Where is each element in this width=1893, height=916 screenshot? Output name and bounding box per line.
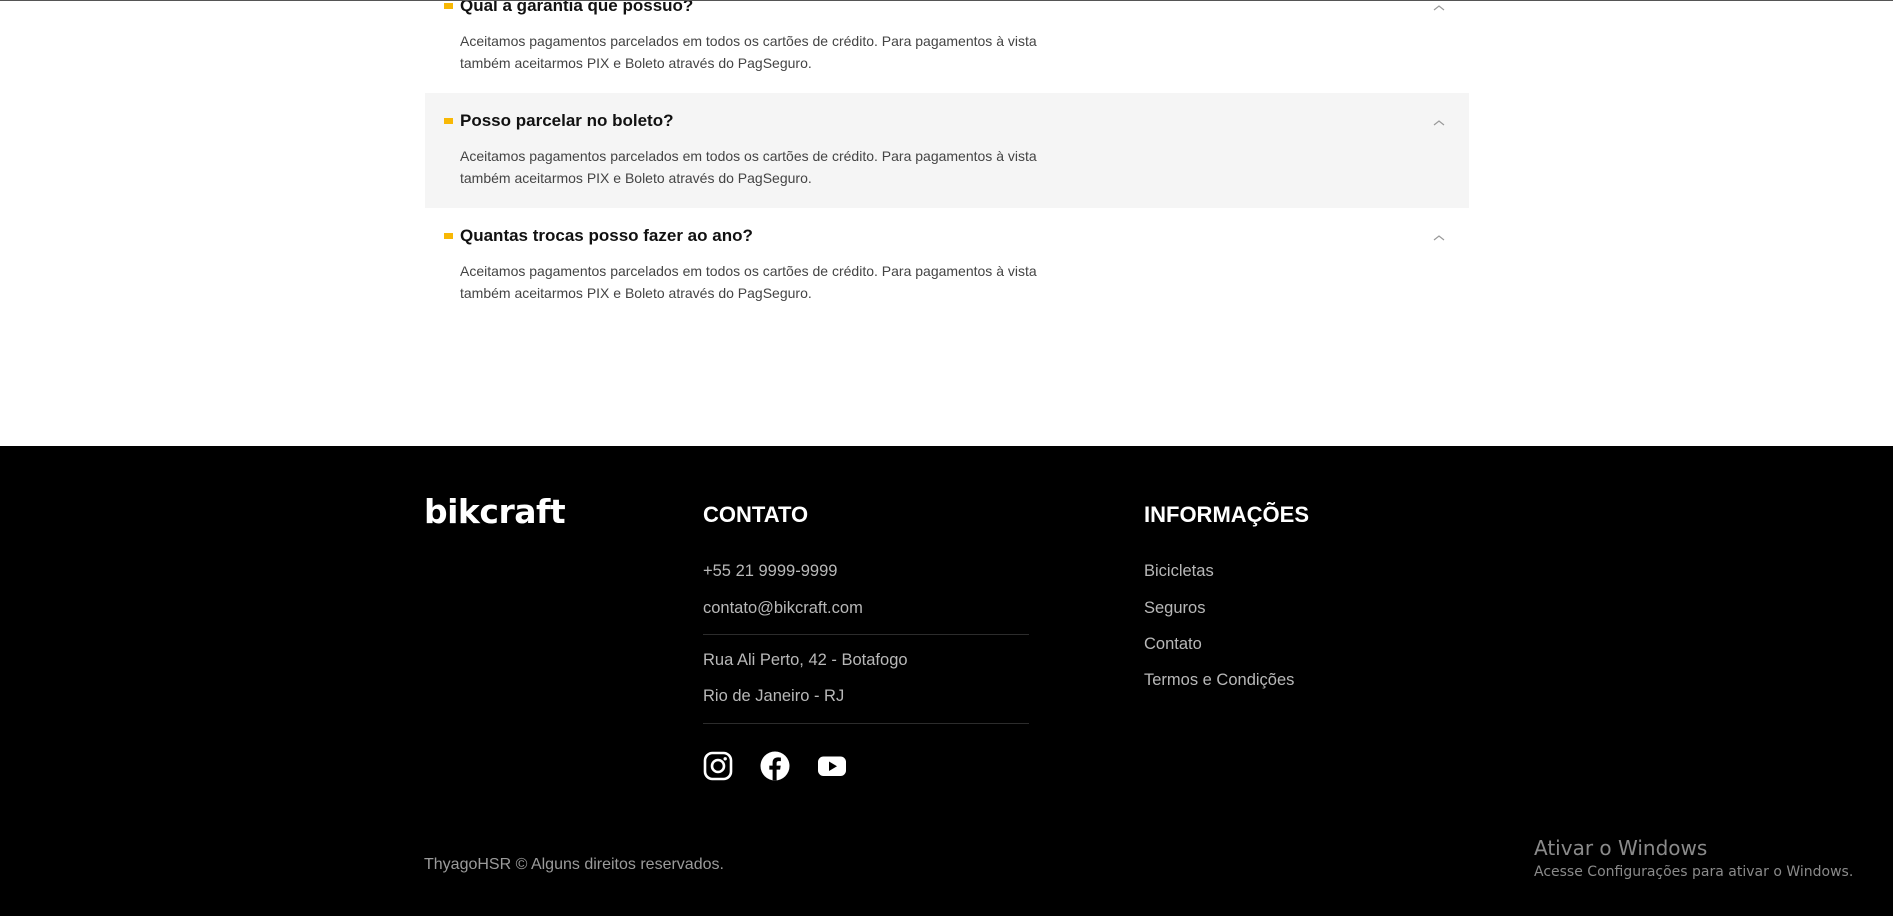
footer-logo-link[interactable]: bikcraft [424,492,566,531]
info-link-seguros[interactable]: Seguros [1144,598,1205,618]
contact-address-street: Rua Ali Perto, 42 - Botafogo [703,651,908,669]
faq-question-button[interactable]: Qual a garantia que possuo? [460,0,693,16]
windows-activation-watermark: Ativar o Windows Acesse Configurações pa… [1534,836,1853,882]
youtube-icon [818,756,846,776]
faq-item: Quantas trocas posso fazer ao ano? Aceit… [425,208,1469,323]
faq-marker [444,3,453,9]
facebook-link[interactable] [760,751,790,781]
faq-answer: Aceitamos pagamentos parcelados em todos… [460,148,1037,186]
faq-answer: Aceitamos pagamentos parcelados em todos… [460,263,1037,301]
info-link-contato[interactable]: Contato [1144,634,1202,654]
contact-email-link[interactable]: contato@bikcraft.com [703,598,863,618]
copyright-text: ThyagoHSR © Alguns direitos reservados. [424,856,724,873]
faq-marker [444,233,453,239]
viewport-top-edge [0,0,1893,1]
contact-address-city: Rio de Janeiro - RJ [703,687,845,705]
faq-answer: Aceitamos pagamentos parcelados em todos… [460,33,1037,71]
faq-section: Qual a garantia que possuo? Aceitamos pa… [425,0,1469,446]
faq-item: Qual a garantia que possuo? Aceitamos pa… [425,0,1469,93]
chevron-up-icon[interactable] [1432,118,1446,128]
faq-item: Posso parcelar no boleto? Aceitamos paga… [425,93,1469,208]
faq-marker [444,118,453,124]
chevron-up-icon[interactable] [1432,3,1446,13]
faq-question-button[interactable]: Quantas trocas posso fazer ao ano? [460,226,753,246]
contact-divider [703,634,1029,635]
instagram-link[interactable] [703,751,733,781]
watermark-title: Ativar o Windows [1534,836,1708,860]
watermark-subtitle: Acesse Configurações para ativar o Windo… [1534,864,1854,880]
instagram-icon [703,751,733,781]
contact-phone-link[interactable]: +55 21 9999-9999 [703,561,837,581]
facebook-icon [760,751,790,781]
chevron-up-icon[interactable] [1432,233,1446,243]
info-title: INFORMAÇÕES [1144,502,1309,527]
info-link-bicicletas[interactable]: Bicicletas [1144,561,1214,581]
youtube-link[interactable] [817,751,847,781]
contact-divider [703,723,1029,724]
faq-question-button[interactable]: Posso parcelar no boleto? [460,111,674,131]
contact-title: CONTATO [703,502,809,527]
info-link-termos[interactable]: Termos e Condições [1144,670,1294,690]
logo: bikcraft [424,492,566,531]
